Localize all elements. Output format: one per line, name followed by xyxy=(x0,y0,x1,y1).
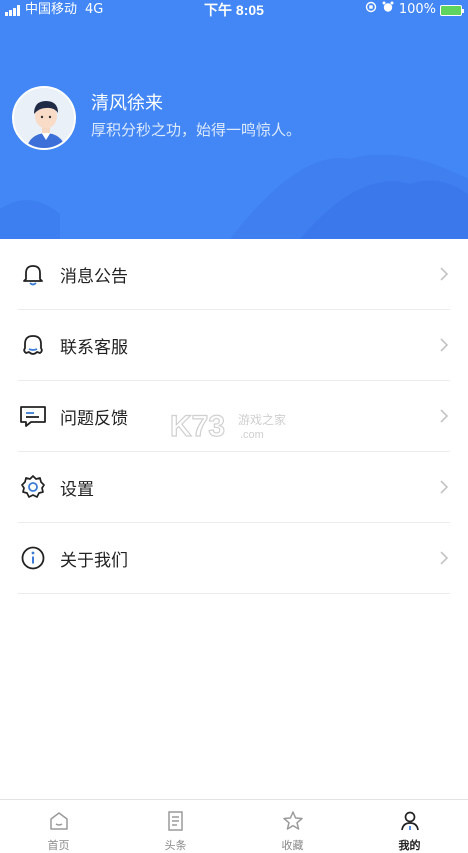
menu-item-label: 问题反馈 xyxy=(60,408,128,429)
svg-text:游戏之家: 游戏之家 xyxy=(238,412,286,427)
feedback-icon xyxy=(18,401,48,431)
mountain-background xyxy=(0,154,468,239)
menu-item-settings[interactable]: 设置 xyxy=(18,452,450,523)
customer-service-icon xyxy=(18,330,48,360)
chevron-right-icon xyxy=(440,338,449,352)
orientation-lock-icon xyxy=(365,0,377,20)
menu-item-label: 消息公告 xyxy=(60,266,128,287)
watermark-logo: K73 游戏之家 .com xyxy=(169,409,286,443)
news-icon xyxy=(167,811,183,831)
battery-percent: 100% xyxy=(398,2,436,17)
chevron-right-icon xyxy=(440,551,449,565)
tab-mine[interactable]: 我的 xyxy=(351,800,468,853)
tab-label: 收藏 xyxy=(281,839,304,852)
info-icon xyxy=(18,543,48,573)
user-icon xyxy=(400,811,419,831)
chevron-right-icon xyxy=(440,409,449,423)
gear-icon xyxy=(18,472,48,502)
tab-home[interactable]: 首页 xyxy=(0,800,117,853)
menu-item-label: 设置 xyxy=(60,479,94,500)
battery-icon xyxy=(440,4,464,16)
chevron-right-icon xyxy=(440,267,449,281)
tab-label: 我的 xyxy=(398,839,421,852)
svg-text:K73: K73 xyxy=(170,410,225,443)
home-icon xyxy=(49,812,68,830)
tab-favorites[interactable]: 收藏 xyxy=(234,800,351,853)
chevron-right-icon xyxy=(440,480,449,494)
username: 清风徐来 xyxy=(91,93,163,114)
status-bar: 中国移动 4G 下午 8:05 100% xyxy=(0,0,468,20)
tab-label: 头条 xyxy=(164,839,187,852)
menu-item-about[interactable]: 关于我们 xyxy=(18,523,450,594)
avatar[interactable] xyxy=(12,86,76,150)
star-icon xyxy=(282,811,303,830)
menu-item-customer-service[interactable]: 联系客服 xyxy=(18,310,450,381)
svg-text:.com: .com xyxy=(240,429,264,441)
tab-news[interactable]: 头条 xyxy=(117,800,234,853)
user-motto: 厚积分秒之功，始得一鸣惊人。 xyxy=(91,121,302,139)
menu-item-label: 关于我们 xyxy=(60,550,128,571)
bottom-tab-bar: 首页 头条 收藏 我的 xyxy=(0,799,468,853)
tab-label: 首页 xyxy=(47,839,70,852)
bell-icon xyxy=(18,259,48,289)
profile-header: 中国移动 4G 下午 8:05 100% 清风徐来 厚积分秒之功，始得一鸣惊人。 xyxy=(0,0,468,239)
alarm-icon xyxy=(382,0,394,20)
menu-item-label: 联系客服 xyxy=(60,337,128,358)
menu-item-announcements[interactable]: 消息公告 xyxy=(18,239,450,310)
